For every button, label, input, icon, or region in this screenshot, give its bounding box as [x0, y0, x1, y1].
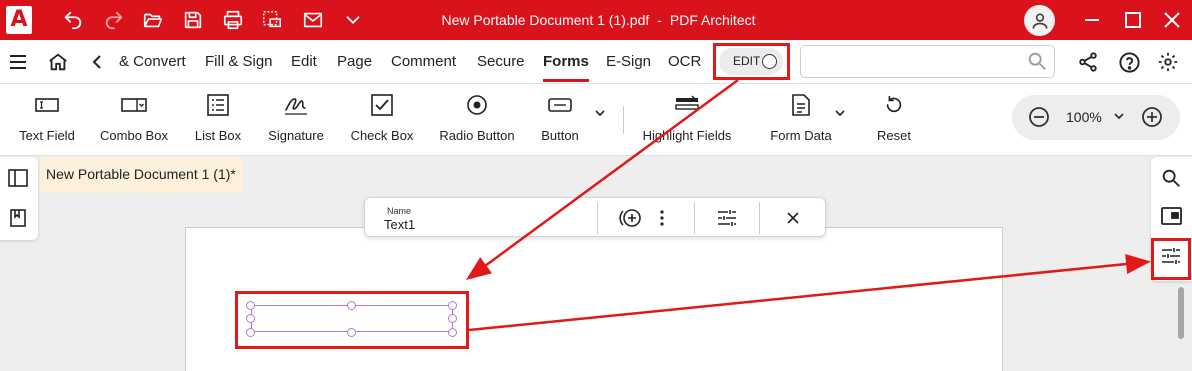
zoom-control: 100% [1012, 95, 1180, 140]
panel-view-icon[interactable] [1161, 207, 1182, 230]
home-icon[interactable] [46, 50, 70, 74]
zoom-in-icon[interactable] [1141, 106, 1163, 133]
share-icon[interactable] [1076, 50, 1100, 74]
list-box-tool[interactable]: List Box [191, 90, 245, 152]
left-side-panel [0, 157, 38, 240]
toolbar-divider [623, 106, 624, 134]
highlight-box-text-field [235, 291, 469, 349]
text-field-tool[interactable]: Text Field [14, 90, 80, 152]
button-label: Button [541, 128, 579, 143]
field-name-label: Name [387, 206, 412, 216]
title-bar: A New Portable Document 1 (1).pdf - PDF Ar… [0, 0, 1192, 40]
menu-page[interactable]: Page [337, 40, 372, 84]
reset-icon [871, 90, 917, 120]
button-dropdown-icon[interactable] [590, 106, 610, 126]
combo-box-label: Combo Box [100, 128, 168, 143]
close-field-toolbar-icon[interactable] [781, 206, 805, 230]
document-tab[interactable]: New Portable Document 1 (1)* [40, 157, 243, 193]
user-avatar[interactable] [1024, 5, 1055, 36]
list-box-icon [191, 90, 245, 120]
more-options-icon[interactable] [650, 206, 674, 230]
reset-tool[interactable]: Reset [871, 90, 917, 152]
menu-e-sign[interactable]: E-Sign [606, 40, 651, 84]
menu-forms[interactable]: Forms [543, 40, 589, 84]
scroll-left-icon[interactable] [86, 50, 110, 74]
text-field-label: Text Field [19, 128, 75, 143]
menu-ocr[interactable]: OCR [668, 40, 701, 84]
signature-tool[interactable]: Signature [265, 90, 327, 152]
add-action-icon[interactable] [618, 206, 642, 230]
highlight-box-properties-icon [1151, 238, 1191, 280]
check-box-tool[interactable]: Check Box [348, 90, 416, 152]
properties-sliders-icon[interactable] [715, 206, 739, 230]
button-icon [536, 90, 584, 120]
highlight-fields-tool[interactable]: Highlight Fields [641, 90, 733, 152]
reset-label: Reset [877, 128, 911, 143]
menu-fill-sign[interactable]: Fill & Sign [205, 40, 273, 84]
window-title: New Portable Document 1 (1).pdf - PDF Arch… [0, 0, 1192, 40]
highlight-box-edit-toggle [713, 43, 790, 80]
combo-box-tool[interactable]: Combo Box [99, 90, 169, 152]
text-field-icon [14, 90, 80, 120]
menu-edit[interactable]: Edit [291, 40, 317, 84]
signature-icon [265, 90, 327, 120]
combo-box-icon [99, 90, 169, 120]
list-box-label: List Box [194, 128, 242, 143]
close-icon[interactable] [1160, 8, 1184, 32]
search-panel-icon[interactable] [1160, 167, 1182, 194]
zoom-level[interactable]: 100% [1066, 109, 1102, 125]
vertical-scrollbar[interactable] [1178, 287, 1184, 339]
radio-button-icon [438, 90, 516, 120]
menu-bar: & Convert Fill & Sign Edit Page Comment … [0, 40, 1192, 84]
form-data-label: Form Data [770, 128, 832, 143]
field-name-value[interactable]: Text1 [384, 217, 415, 232]
field-toolbar-divider [759, 202, 760, 234]
zoom-dropdown-icon[interactable] [1112, 109, 1126, 128]
radio-button-tool[interactable]: Radio Button [438, 90, 516, 152]
form-data-dropdown-icon[interactable] [830, 106, 850, 126]
search-icon[interactable] [1026, 50, 1048, 72]
hamburger-menu-icon[interactable] [6, 50, 30, 74]
minimize-icon[interactable] [1080, 8, 1104, 32]
menu-secure[interactable]: Secure [477, 40, 525, 84]
menu-comment[interactable]: Comment [391, 40, 456, 84]
radio-button-label: Radio Button [439, 128, 515, 143]
field-toolbar-divider [597, 202, 598, 234]
document-title: New Portable Document 1 (1).pdf [441, 12, 650, 28]
signature-label: Signature [268, 128, 324, 143]
zoom-out-icon[interactable] [1028, 106, 1050, 133]
check-box-icon [348, 90, 416, 120]
forms-toolbar: Text Field Combo Box List Box Signature … [0, 84, 1192, 156]
app-name: PDF Architect [669, 12, 756, 28]
button-tool[interactable]: Button [536, 90, 584, 152]
menu-convert[interactable]: & Convert [119, 40, 186, 84]
settings-gear-icon[interactable] [1156, 50, 1180, 74]
form-data-tool[interactable]: Form Data [766, 90, 836, 152]
form-data-icon [766, 90, 836, 120]
maximize-icon[interactable] [1121, 8, 1145, 32]
sidebar-toggle-icon[interactable] [8, 169, 28, 192]
field-properties-toolbar: Name Text1 [364, 197, 826, 237]
help-icon[interactable] [1117, 50, 1141, 74]
field-toolbar-divider [694, 202, 695, 234]
highlight-fields-label: Highlight Fields [642, 128, 732, 143]
check-box-label: Check Box [350, 128, 414, 143]
highlight-fields-icon [641, 90, 733, 120]
search-input[interactable] [800, 45, 1055, 78]
bookmark-icon[interactable] [10, 209, 26, 232]
title-separator: - [657, 12, 662, 28]
